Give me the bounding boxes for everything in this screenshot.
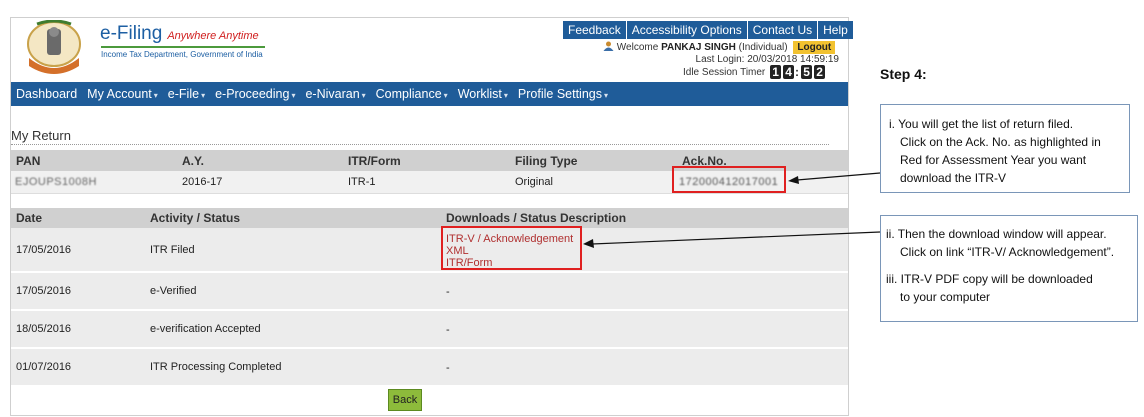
title-divider: [11, 144, 829, 145]
chevron-down-icon: ▾: [201, 91, 206, 100]
nav-compliance[interactable]: Compliance ▾: [376, 87, 448, 101]
timer-digit: 5: [801, 65, 813, 79]
column-header-downloads: Downloads / Status Description: [446, 211, 627, 225]
brand-subtitle: Income Tax Department, Government of Ind…: [101, 50, 263, 59]
pan-value: EJOUPS1008H: [15, 176, 97, 188]
page-title: My Return: [11, 128, 71, 143]
callout-line: to your computer: [900, 290, 991, 304]
download-links-highlight: [441, 226, 582, 270]
nav-label: e-Proceeding: [215, 87, 290, 101]
accessibility-options-link[interactable]: Accessibility Options: [626, 21, 748, 39]
brand-tagline: Anywhere Anytime: [167, 30, 259, 42]
welcome-line: Welcome PANKAJ SINGH (Individual) Logout: [603, 41, 836, 54]
nav-label: My Account: [87, 87, 152, 101]
filing-type-value: Original: [515, 176, 553, 188]
timer-digit: 1: [770, 65, 782, 79]
column-header-date: Date: [16, 211, 43, 225]
feedback-link[interactable]: Feedback: [563, 21, 627, 39]
nav-label: e-File: [167, 87, 200, 101]
itr-form-value: ITR-1: [348, 176, 376, 188]
activity-cell: ITR Processing Completed: [150, 361, 282, 373]
callout-spacer: [886, 261, 1137, 270]
nav-worklist[interactable]: Worklist ▾: [458, 87, 508, 101]
table-row: 17/05/2016 ITR Filed ITR-V / Acknowledge…: [11, 228, 848, 273]
chevron-down-icon: ▾: [604, 91, 609, 100]
activity-cell: e-Verified: [150, 285, 197, 297]
status-description-cell: -: [446, 286, 450, 298]
brand-name: e-Filing: [100, 23, 163, 44]
callout-line: ii. Then the download window will appear…: [886, 227, 1107, 241]
idle-timer-label: Idle Session Timer: [683, 66, 766, 78]
status-description-cell: -: [446, 362, 450, 374]
welcome-text: Welcome: [616, 42, 659, 53]
last-login: Last Login: 20/03/2018 14:59:19: [681, 54, 839, 65]
user-name: PANKAJ SINGH: [661, 42, 736, 53]
help-link[interactable]: Help: [818, 21, 853, 39]
activity-cell: ITR Filed: [150, 244, 195, 256]
status-description-cell: -: [446, 324, 450, 336]
nav-e-proceeding[interactable]: e-Proceeding ▾: [215, 87, 295, 101]
callout-line: i. You will get the list of return filed…: [889, 117, 1074, 131]
nav-label: Worklist: [457, 87, 502, 101]
column-header-activity: Activity / Status: [150, 211, 241, 225]
date-cell: 18/05/2016: [16, 323, 72, 335]
callout-line: Click on the Ack. No. as highlighted in: [900, 135, 1101, 149]
instruction-callout-2: ii. Then the download window will appear…: [880, 215, 1138, 322]
column-header-pan: PAN: [16, 154, 41, 168]
national-emblem-logo: [27, 20, 81, 74]
portal-header: e-Filing Anywhere Anytime Income Tax Depa…: [11, 18, 853, 81]
top-links-bar: Feedback Accessibility Options Contact U…: [563, 21, 853, 39]
column-header-filing-type: Filing Type: [515, 154, 578, 168]
table-row: 18/05/2016 e-verification Accepted -: [11, 311, 848, 349]
timer-colon: :: [795, 65, 800, 79]
user-role: (Individual): [738, 42, 788, 53]
nav-my-account[interactable]: My Account ▾: [87, 87, 158, 101]
callout-line: Red for Assessment Year you want: [900, 153, 1087, 167]
idle-session-timer: Idle Session Timer 1 4 : 5 2: [683, 65, 826, 79]
timer-digit: 2: [814, 65, 826, 79]
step-title: Step 4:: [880, 66, 927, 82]
nav-e-nivaran[interactable]: e-Nivaran ▾: [305, 87, 365, 101]
date-cell: 17/05/2016: [16, 285, 72, 297]
ack-no-highlight: [672, 166, 786, 193]
user-icon: [603, 41, 614, 51]
chevron-down-icon: ▾: [503, 91, 508, 100]
instruction-callout-1: i. You will get the list of return filed…: [880, 104, 1130, 193]
date-cell: 17/05/2016: [16, 244, 72, 256]
callout-line: iii. ITR-V PDF copy will be downloaded: [886, 272, 1093, 286]
nav-label: Profile Settings: [517, 87, 602, 101]
column-header-ay: A.Y.: [182, 154, 205, 168]
nav-label: e-Nivaran: [305, 87, 360, 101]
callout-line: download the ITR-V: [900, 171, 1007, 185]
chevron-down-icon: ▾: [361, 91, 366, 100]
last-login-value: 20/03/2018 14:59:19: [747, 54, 839, 65]
activity-cell: e-verification Accepted: [150, 323, 261, 335]
efiling-portal-screenshot: e-Filing Anywhere Anytime Income Tax Depa…: [10, 17, 853, 416]
date-cell: 01/07/2016: [16, 361, 72, 373]
nav-e-file[interactable]: e-File ▾: [168, 87, 205, 101]
table-row: 17/05/2016 e-Verified -: [11, 273, 848, 311]
nav-profile-settings[interactable]: Profile Settings ▾: [518, 87, 608, 101]
activity-table-header: Date Activity / Status Downloads / Statu…: [11, 208, 848, 228]
contact-us-link[interactable]: Contact Us: [747, 21, 819, 39]
chevron-down-icon: ▾: [291, 91, 296, 100]
chevron-down-icon: ▾: [153, 91, 158, 100]
column-header-itr-form: ITR/Form: [348, 154, 401, 168]
chevron-down-icon: ▾: [443, 91, 448, 100]
last-login-label: Last Login:: [695, 54, 745, 65]
back-button[interactable]: Back: [388, 389, 422, 411]
logout-button[interactable]: Logout: [793, 41, 836, 54]
ay-value: 2016-17: [182, 176, 223, 188]
brand-underline: [101, 46, 265, 48]
main-navbar: Dashboard My Account ▾ e-File ▾ e-Proceedi…: [11, 82, 848, 106]
brand-title: e-Filing Anywhere Anytime: [100, 23, 259, 45]
nav-label: Compliance: [375, 87, 442, 101]
nav-label: Dashboard: [16, 87, 78, 101]
timer-digit: 4: [783, 65, 795, 79]
nav-dashboard[interactable]: Dashboard: [16, 87, 77, 101]
table-row: 01/07/2016 ITR Processing Completed -: [11, 349, 848, 387]
callout-line: Click on link “ITR-V/ Acknowledgement”.: [900, 245, 1115, 259]
